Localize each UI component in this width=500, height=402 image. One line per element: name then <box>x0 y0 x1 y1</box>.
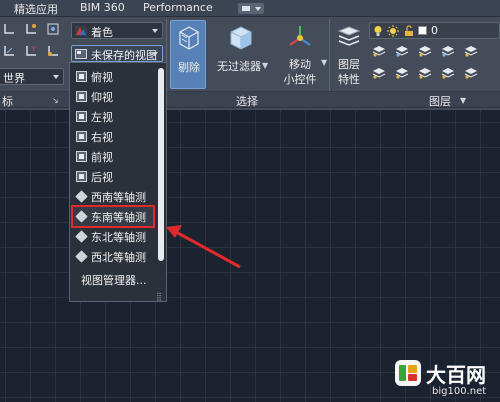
cull-button[interactable]: 剔除 <box>170 20 206 89</box>
right-view-icon <box>76 131 87 142</box>
menu-item-front-view[interactable]: 前视 <box>73 147 153 166</box>
menu-item-top-view[interactable]: 俯视 <box>73 67 153 86</box>
cull-cube-icon <box>179 26 199 50</box>
menu-item-label: 西北等轴测 <box>91 251 146 264</box>
move-gizmo-button[interactable]: 移动 小控件 ▼ <box>276 20 328 89</box>
no-filter-label: 无过滤器 <box>217 60 261 73</box>
layer-tool-icon[interactable] <box>441 67 455 79</box>
chevron-down-icon[interactable]: ▼ <box>460 96 466 105</box>
view-dropdown-menu: 俯视 仰视 左视 右视 前视 后视 西南等轴测 东南等轴测 东北等轴测 西北等轴… <box>69 62 167 302</box>
menu-item-label: 俯视 <box>91 71 113 84</box>
menu-item-sw-isometric[interactable]: 西南等轴测 <box>73 187 153 206</box>
lightbulb-icon <box>374 26 382 36</box>
menu-item-ne-isometric[interactable]: 东北等轴测 <box>73 227 153 246</box>
move-gizmo-label-1: 移动 <box>289 58 311 71</box>
menu-item-bottom-view[interactable]: 仰视 <box>73 87 153 106</box>
layer-combo[interactable]: 0 <box>369 22 500 39</box>
visual-style-value: 着色 <box>91 26 113 39</box>
select-panel-label: 选择 <box>236 95 258 108</box>
menu-item-view-manager[interactable]: 视图管理器... <box>73 270 157 289</box>
cull-button-label: 剔除 <box>178 61 200 74</box>
menu-item-se-isometric[interactable]: 东南等轴测 <box>71 205 155 228</box>
menu-item-right-view[interactable]: 右视 <box>73 127 153 146</box>
panel-divider <box>329 19 330 93</box>
move-gizmo-label-2: 小控件 <box>283 73 317 86</box>
back-view-icon <box>76 171 87 182</box>
menu-item-label: 后视 <box>91 171 113 184</box>
menu-item-label: 右视 <box>91 131 113 144</box>
layer-panel-label[interactable]: 图层 <box>429 93 451 109</box>
se-iso-icon <box>75 210 88 223</box>
layer-tool-icon[interactable] <box>441 45 455 57</box>
coordinate-system-value: 世界 <box>3 72 25 85</box>
chevron-down-icon: ▼ <box>321 58 328 67</box>
move-gizmo-icon <box>289 26 311 46</box>
menu-item-left-view[interactable]: 左视 <box>73 107 153 126</box>
layer-tool-icon[interactable] <box>395 67 409 79</box>
layer-tool-icon[interactable] <box>418 67 432 79</box>
chevron-down-icon <box>152 52 158 56</box>
view-combo[interactable]: 未保存的视图 <box>71 45 163 62</box>
ucs-3point-icon[interactable] <box>25 23 37 35</box>
watermark-logo <box>395 360 421 386</box>
visual-style-combo[interactable]: 着色 <box>71 22 163 39</box>
menu-item-label: 左视 <box>91 111 113 124</box>
layer-color-swatch <box>418 26 427 35</box>
unlock-icon <box>405 25 413 36</box>
menu-item-back-view[interactable]: 后视 <box>73 167 153 186</box>
ucs-named-icon[interactable] <box>47 23 59 35</box>
view-combo-value: 未保存的视图 <box>91 49 157 62</box>
left-view-icon <box>76 111 87 122</box>
front-view-icon <box>76 151 87 162</box>
coord-panel-label: 标 <box>2 95 13 108</box>
chevron-down-icon: ▼ <box>262 61 269 70</box>
ribbon-tab-bar: 精选应用 BIM 360 Performance <box>0 0 500 17</box>
nw-iso-icon <box>75 250 88 263</box>
bottom-view-icon <box>76 91 87 102</box>
menu-item-label: 前视 <box>91 151 113 164</box>
layer-tool-icon[interactable] <box>372 45 386 57</box>
sw-iso-icon <box>75 190 88 203</box>
layer-tool-icon[interactable] <box>395 45 409 57</box>
layer-stack-icon <box>337 26 361 46</box>
menu-item-label: 东南等轴测 <box>91 211 146 224</box>
sun-icon <box>387 25 399 37</box>
menu-item-nw-isometric[interactable]: 西北等轴测 <box>73 247 153 266</box>
tab-bim360[interactable]: BIM 360 <box>80 1 125 14</box>
menu-item-label: 仰视 <box>91 91 113 104</box>
layer-properties-button[interactable]: 图层 特性 <box>333 20 367 89</box>
layer-tool-icon[interactable] <box>464 67 478 79</box>
menu-item-label: 西南等轴测 <box>91 191 146 204</box>
chevron-down-icon <box>152 29 158 33</box>
no-filter-button[interactable]: 无过滤器 ▼ <box>212 20 272 89</box>
tab-performance[interactable]: Performance <box>143 1 213 14</box>
coordinate-system-combo[interactable]: 世界 <box>0 68 64 85</box>
layer-tool-icon[interactable] <box>418 45 432 57</box>
tab-featured-apps[interactable]: 精选应用 <box>14 1 58 17</box>
chevron-down-icon <box>53 75 59 79</box>
watermark-url: big100.net <box>432 386 487 397</box>
ucs-origin-icon[interactable] <box>47 45 59 57</box>
filter-cube-icon <box>230 26 252 50</box>
ucs-y-icon[interactable]: Y <box>25 45 37 57</box>
resize-grip-icon[interactable]: ⣿ <box>156 292 162 301</box>
annotation-arrow-icon <box>166 225 241 269</box>
menu-item-label: 视图管理器... <box>81 274 147 287</box>
layer-properties-label-2: 特性 <box>338 73 360 86</box>
watermark-title: 大百网 <box>426 363 486 387</box>
tab-overflow-toggle[interactable] <box>238 3 264 14</box>
panel-launcher-icon[interactable]: ↘ <box>52 96 59 105</box>
menu-item-label: 东北等轴测 <box>91 231 146 244</box>
ucs-z-icon[interactable] <box>3 45 15 57</box>
svg-text:Y: Y <box>31 46 36 53</box>
ne-iso-icon <box>75 230 88 243</box>
top-view-icon <box>76 71 87 82</box>
ucs-icon[interactable] <box>3 23 15 35</box>
layer-combo-value: 0 <box>431 24 438 37</box>
layer-properties-label-1: 图层 <box>338 58 360 71</box>
view-icon <box>75 49 87 59</box>
layer-tool-icon[interactable] <box>464 45 478 57</box>
layer-tool-icon[interactable] <box>372 67 386 79</box>
shaded-style-icon <box>75 26 87 36</box>
